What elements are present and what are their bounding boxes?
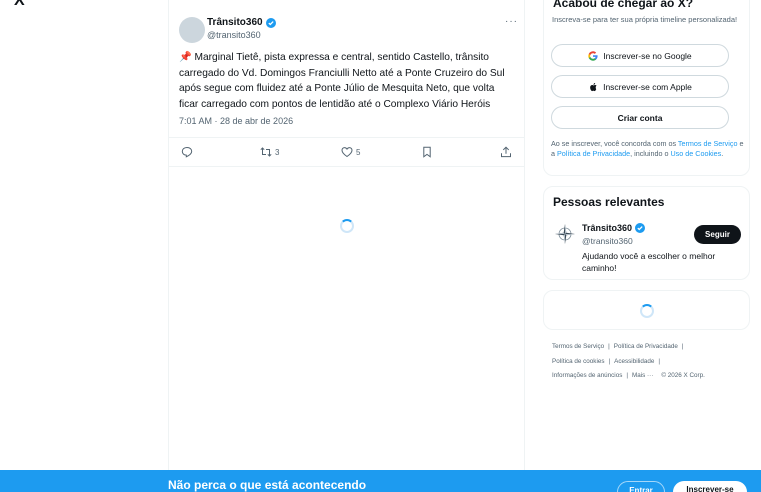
person-name[interactable]: Trânsito360 [582,223,646,233]
left-rail: X [0,0,168,492]
footer-ads-link[interactable]: Informações de anúncios [552,372,622,379]
heart-icon [341,147,353,158]
google-signup-label: Inscrever-se no Google [603,50,692,61]
loading-card [543,290,750,330]
x-logo-icon[interactable]: X [14,0,25,10]
footer-more-link[interactable]: Mais ··· [632,372,653,379]
footer-links: Termos de Serviço | Política de Privacidad… [552,343,705,379]
relevant-people-title: Pessoas relevantes [553,195,665,209]
signup-legal-text: Ao se inscrever, você concorda com os Te… [551,139,747,158]
verified-badge-icon [265,17,276,28]
google-icon [588,50,598,61]
signup-title: Acabou de chegar ao X? [553,0,694,10]
bookmark-button[interactable] [421,146,433,158]
reply-icon [181,146,193,158]
like-count: 5 [356,147,361,157]
retweet-icon [260,147,272,157]
apple-signup-label: Inscrever-se com Apple [603,81,692,92]
login-button[interactable]: Entrar [617,481,665,492]
legal-prefix: Ao se inscrever, você concorda com os [551,139,678,148]
signup-subtitle: Inscreva-se para ter sua própria timelin… [552,15,738,24]
compass-rose-avatar-icon[interactable] [554,223,576,245]
like-button[interactable]: 5 [341,146,360,158]
tweet-author[interactable]: Trânsito360 [207,17,276,28]
bottom-bar-title: Não perca o que está acontecendo [168,478,367,492]
cookies-link[interactable]: Uso de Cookies [670,149,721,158]
legal-mid2: , incluindo o [630,148,671,158]
tweet-actions: 3 5 [169,137,525,167]
retweet-button[interactable]: 3 [260,146,279,158]
create-account-label: Criar conta [617,112,663,123]
more-options-icon[interactable]: ··· [505,16,518,27]
verified-badge-icon [635,223,646,233]
create-account-button[interactable]: Criar conta [551,106,729,129]
person-handle[interactable]: @transito360 [582,236,633,246]
loading-spinner [340,219,354,233]
footer-copyright: © 2026 X Corp. [661,372,705,379]
share-button[interactable] [500,146,512,158]
footer-terms-link[interactable]: Termos de Serviço [552,343,604,350]
follow-button[interactable]: Seguir [694,225,741,244]
legal-end: . [721,148,724,158]
footer-privacy-link[interactable]: Política de Privacidade [614,343,678,350]
apple-icon [590,82,597,91]
bookmark-icon [423,146,431,158]
terms-link[interactable]: Termos de Serviço [678,139,738,148]
main-column: Trânsito360 @transito360 ··· 📌 Marginal … [168,0,525,470]
avatar[interactable] [179,17,205,43]
signup-button[interactable]: Inscrever-se [673,481,747,492]
tweet-text: 📌 Marginal Tietê, pista expressa e centr… [179,52,505,110]
bottom-signup-bar: Não perca o que está acontecendo Entrar … [0,470,761,492]
tweet-author-name[interactable]: Trânsito360 [207,17,263,28]
google-signup-button[interactable]: Inscrever-se no Google [551,44,729,67]
footer-accessibility-link[interactable]: Acessibilidade [614,358,654,365]
person-name-text[interactable]: Trânsito360 [582,223,632,233]
share-icon [501,146,511,158]
tweet-timestamp[interactable]: 7:01 AM · 28 de abr de 2026 [179,116,293,126]
relevant-people-card: Pessoas relevantes Trânsito360 @transito… [543,186,750,280]
loading-spinner [640,304,654,318]
reply-button[interactable] [181,146,193,158]
person-bio: Ajudando você a escolher o melhor caminh… [582,251,716,273]
apple-signup-button[interactable]: Inscrever-se com Apple [551,75,729,98]
privacy-link[interactable]: Política de Privacidade [557,149,630,158]
retweet-count: 3 [275,147,280,157]
signup-card: Acabou de chegar ao X? Inscreva-se para … [543,0,750,176]
tweet-handle[interactable]: @transito360 [207,30,261,40]
footer-cookies-link[interactable]: Política de cookies [552,358,605,365]
